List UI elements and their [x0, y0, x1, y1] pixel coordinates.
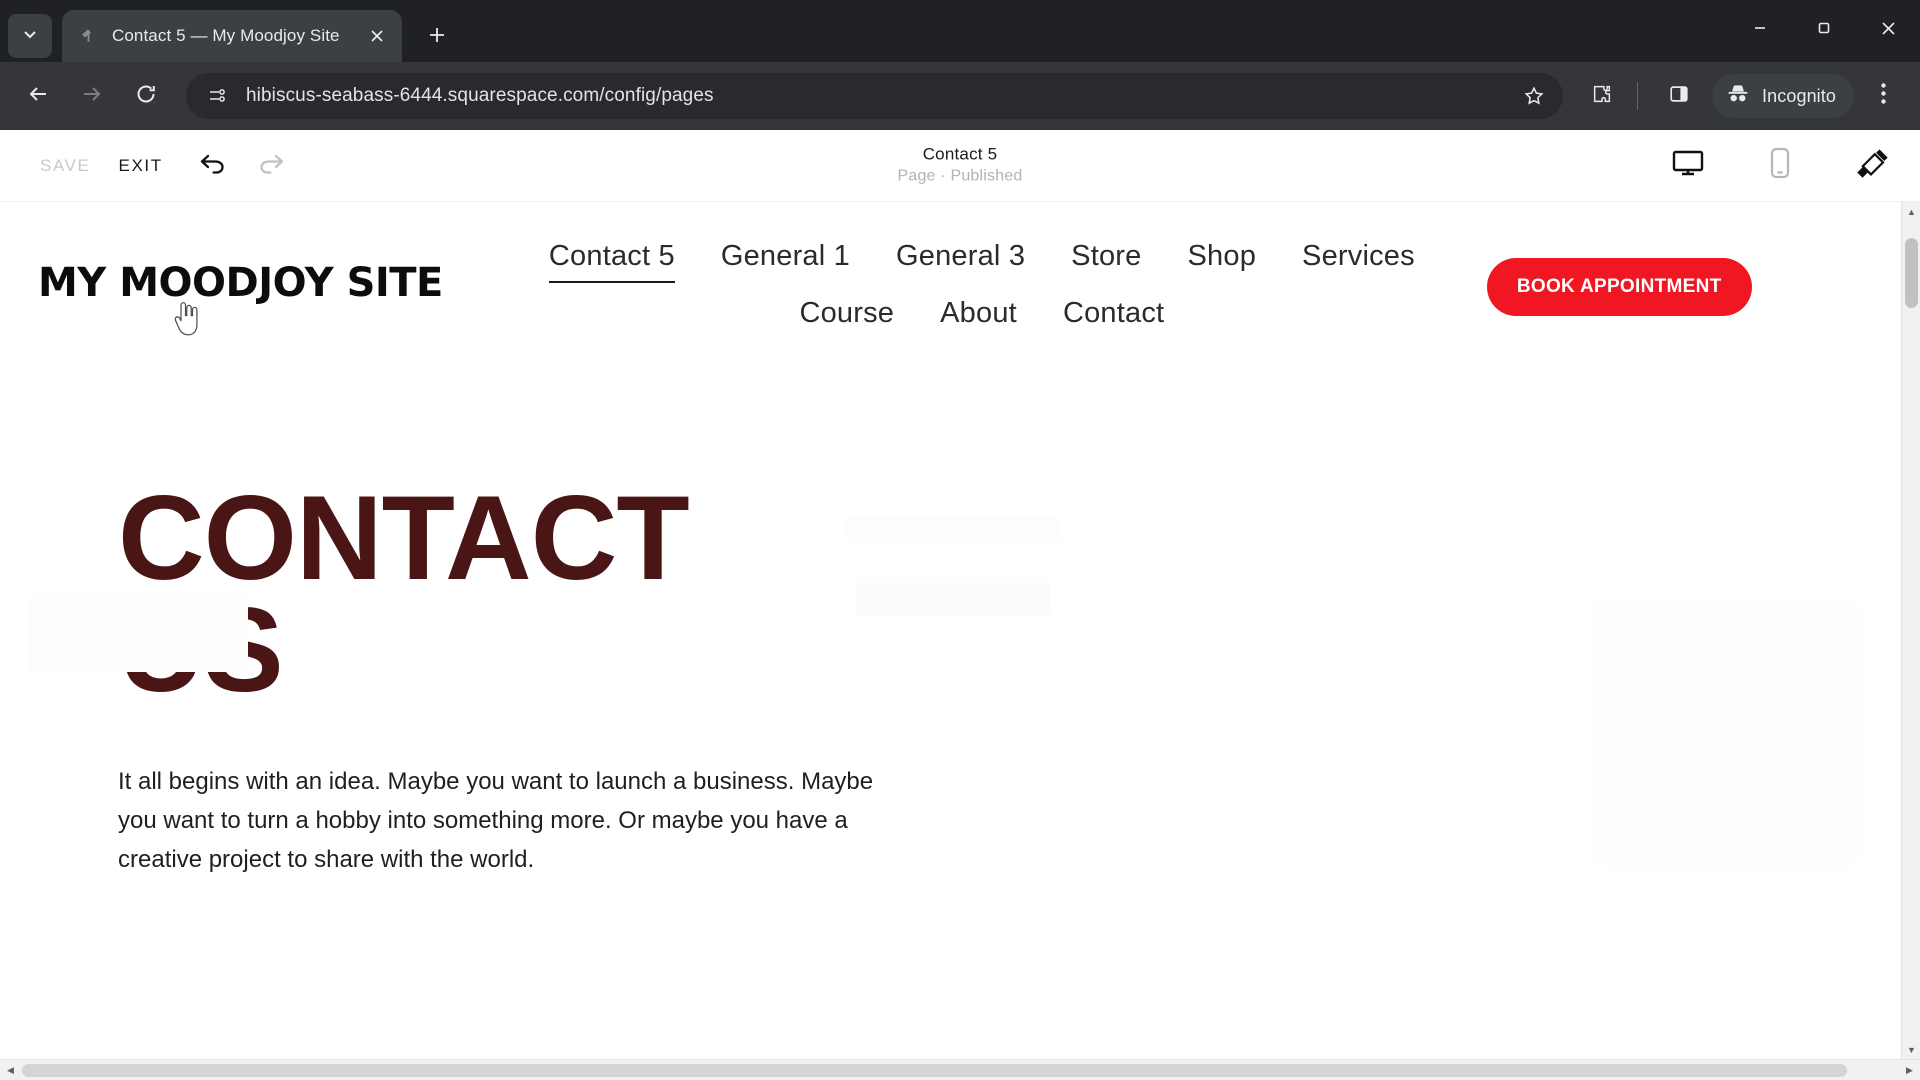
page-title: Contact 5 — [922, 144, 998, 164]
redo-button[interactable] — [249, 144, 293, 188]
browser-tab[interactable]: Contact 5 — My Moodjoy Site — [62, 10, 402, 62]
nav-link-store[interactable]: Store — [1071, 238, 1141, 283]
site-navigation: Contact 5 General 1 General 3 Store Shop… — [477, 238, 1487, 332]
side-panel-icon — [1668, 83, 1690, 110]
minimize-button[interactable] — [1728, 0, 1792, 56]
desktop-monitor-icon — [1671, 148, 1705, 183]
editor-right-actions — [1652, 144, 1920, 188]
tab-search-button[interactable] — [8, 14, 52, 58]
nav-link-general-3[interactable]: General 3 — [896, 238, 1025, 283]
redo-arrow-icon — [256, 150, 286, 181]
scroll-right-arrow-icon[interactable]: ▶ — [1899, 1060, 1920, 1080]
nav-link-contact-5[interactable]: Contact 5 — [548, 238, 675, 284]
hero-section: CONTACT US It all begins with an idea. M… — [0, 332, 1901, 880]
tab-title: Contact 5 — My Moodjoy Site — [112, 26, 340, 45]
window-controls — [1728, 0, 1920, 56]
reload-button[interactable] — [122, 72, 170, 120]
side-panel-button[interactable] — [1656, 73, 1702, 119]
hero-text-block: CONTACT US It all begins with an idea. M… — [118, 470, 878, 880]
star-icon[interactable] — [1519, 81, 1549, 111]
hero-paragraph: It all begins with an idea. Maybe you wa… — [118, 768, 874, 873]
incognito-indicator[interactable]: Incognito — [1712, 74, 1854, 118]
editor-page-info: Contact 5 Page · Published — [897, 143, 1022, 188]
hero-heading-line1: CONTACT — [118, 470, 690, 605]
scroll-left-arrow-icon[interactable]: ◀ — [0, 1060, 21, 1080]
chevron-down-icon — [22, 26, 38, 47]
scroll-up-arrow-icon[interactable]: ▲ — [1902, 202, 1920, 221]
squarespace-editor-toolbar: SAVE EXIT Contact 5 Page · Published — [0, 130, 1920, 336]
three-dot-menu-icon — [1880, 83, 1886, 109]
site-styles-button[interactable] — [1850, 144, 1894, 188]
url-text: hibiscus-seabass-6444.squarespace.com/co… — [246, 85, 714, 106]
vertical-scrollbar[interactable]: ▲ ▼ — [1901, 202, 1920, 1059]
forward-arrow-icon — [81, 83, 103, 110]
nav-link-services[interactable]: Services — [1302, 238, 1415, 283]
book-appointment-button[interactable]: BOOK APPOINTMENT — [1486, 258, 1752, 316]
close-window-button[interactable] — [1856, 0, 1920, 56]
nav-link-about[interactable]: About — [940, 295, 1017, 331]
close-icon[interactable] — [364, 23, 390, 49]
browser-toolbar: hibiscus-seabass-6444.squarespace.com/co… — [0, 62, 1920, 130]
toolbar-divider — [1637, 82, 1639, 110]
horizontal-scroll-thumb[interactable] — [22, 1064, 1847, 1077]
scroll-down-arrow-icon[interactable]: ▼ — [1902, 1040, 1920, 1059]
site-canvas: MY MOODJOY SITE Contact 5 General 1 Gene… — [0, 202, 1901, 1059]
mobile-phone-icon — [1768, 147, 1792, 184]
nav-link-contact[interactable]: Contact — [1063, 295, 1164, 331]
maximize-button[interactable] — [1792, 0, 1856, 56]
chrome-menu-button[interactable] — [1860, 73, 1906, 119]
exit-button[interactable]: EXIT — [105, 148, 177, 184]
undo-button[interactable] — [191, 144, 235, 188]
site-logo[interactable]: MY MOODJOY SITE — [38, 238, 443, 306]
back-button[interactable] — [14, 72, 62, 120]
site-preview-area: MY MOODJOY SITE Contact 5 General 1 Gene… — [0, 202, 1920, 1080]
new-tab-button[interactable] — [418, 16, 456, 54]
incognito-hat-icon — [1726, 84, 1750, 109]
paintbrush-icon — [1854, 147, 1890, 184]
incognito-label: Incognito — [1762, 85, 1836, 106]
extensions-button[interactable] — [1579, 73, 1625, 119]
squarespace-favicon — [78, 25, 100, 47]
nav-link-general-1[interactable]: General 1 — [721, 238, 850, 283]
editor-left-actions: SAVE EXIT — [0, 144, 293, 188]
extensions-puzzle-icon — [1591, 83, 1613, 110]
save-button[interactable]: SAVE — [26, 148, 105, 184]
page-status: Page · Published — [897, 168, 1023, 186]
mobile-view-button[interactable] — [1758, 144, 1802, 188]
back-arrow-icon — [27, 83, 49, 110]
nav-link-shop[interactable]: Shop — [1188, 238, 1257, 283]
forward-button[interactable] — [68, 72, 116, 120]
tab-strip: Contact 5 — My Moodjoy Site — [0, 0, 1920, 62]
hero-heading-line2: US — [118, 583, 284, 718]
site-settings-icon[interactable] — [204, 83, 230, 109]
horizontal-scrollbar[interactable]: ◀ ▶ — [0, 1059, 1920, 1080]
undo-arrow-icon — [198, 150, 228, 181]
reload-icon — [135, 83, 157, 110]
browser-window: Contact 5 — My Moodjoy Site hibiscus-sea… — [0, 0, 1920, 1080]
site-header: MY MOODJOY SITE Contact 5 General 1 Gene… — [0, 202, 1901, 332]
nav-link-course[interactable]: Course — [799, 295, 894, 331]
desktop-view-button[interactable] — [1666, 144, 1710, 188]
vertical-scroll-thumb[interactable] — [1905, 238, 1918, 308]
address-bar[interactable]: hibiscus-seabass-6444.squarespace.com/co… — [186, 73, 1564, 119]
